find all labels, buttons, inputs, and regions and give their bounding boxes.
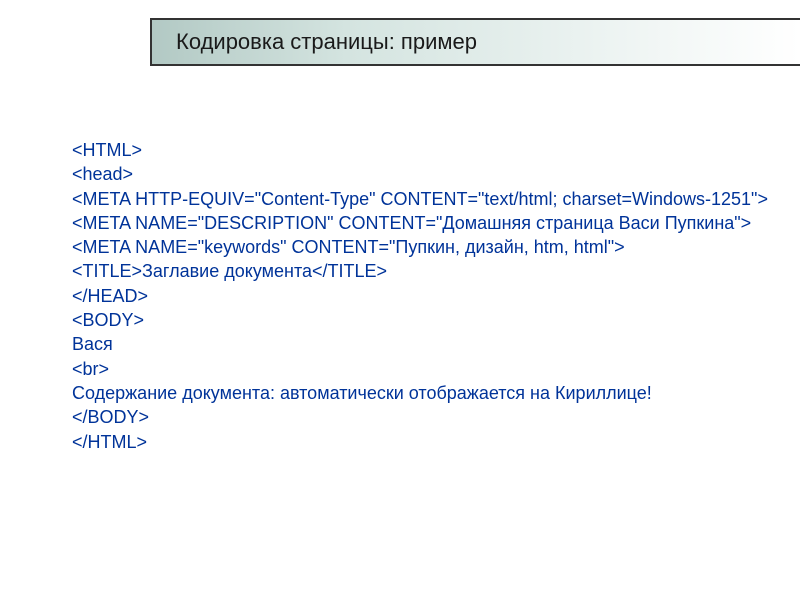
code-line: </HEAD>: [72, 284, 780, 308]
code-line: <br>: [72, 357, 780, 381]
code-line: </HTML>: [72, 430, 780, 454]
code-line: Содержание документа: автоматически отоб…: [72, 381, 780, 405]
code-line: <META NAME="DESCRIPTION" CONTENT="Домашн…: [72, 211, 780, 235]
code-example: <HTML> <head> <META HTTP-EQUIV="Content-…: [72, 138, 780, 454]
code-line: <HTML>: [72, 138, 780, 162]
code-line: <BODY>: [72, 308, 780, 332]
slide-title: Кодировка страницы: пример: [176, 29, 477, 55]
code-line: <head>: [72, 162, 780, 186]
code-line: <META NAME="keywords" CONTENT="Пупкин, д…: [72, 235, 780, 259]
code-line: Вася: [72, 332, 780, 356]
slide-header: Кодировка страницы: пример: [150, 18, 800, 66]
code-line: <META HTTP-EQUIV="Content-Type" CONTENT=…: [72, 187, 780, 211]
code-line: </BODY>: [72, 405, 780, 429]
code-line: <TITLE>Заглавие документа</TITLE>: [72, 259, 780, 283]
